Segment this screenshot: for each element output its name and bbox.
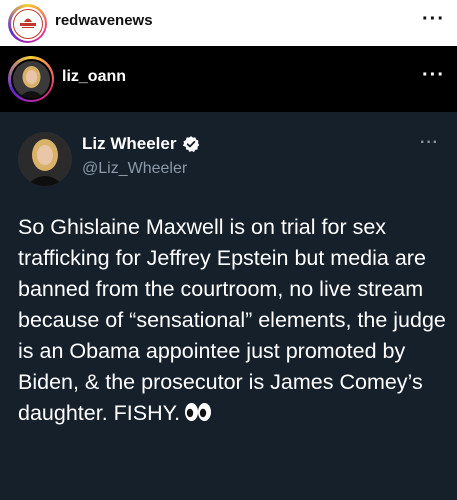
avatar-gap (10, 6, 45, 41)
liz-oann-avatar[interactable] (12, 60, 50, 98)
tweet-author-avatar[interactable] (18, 132, 72, 186)
tweet-author-row: Liz Wheeler (82, 134, 200, 154)
eyes-emoji-icon (185, 403, 212, 421)
tweet-handle[interactable]: @Liz_Wheeler (82, 160, 187, 178)
repost-story-ring[interactable] (8, 56, 54, 102)
person-photo-icon (12, 60, 50, 98)
redwavenews-avatar[interactable] (12, 8, 43, 39)
tweet-more-icon[interactable]: ··· (420, 134, 439, 152)
reposted-content: liz_oann ··· Liz Wheeler @Liz_Wheeler ··… (0, 46, 457, 500)
post-username[interactable]: redwavenews (55, 12, 153, 29)
tweet-body: So Ghislaine Maxwell is on trial for sex… (18, 212, 446, 429)
more-horizontal-icon[interactable]: ··· (422, 8, 445, 31)
repost-avatar-gap (10, 58, 52, 100)
author-photo-icon (18, 132, 72, 186)
verified-badge-icon (183, 136, 200, 152)
red-wave-news-logo-icon (15, 11, 40, 36)
repost-more-icon[interactable]: ··· (422, 64, 445, 87)
tweet-text: So Ghislaine Maxwell is on trial for sex… (18, 215, 452, 425)
story-ring[interactable] (8, 4, 47, 43)
repost-header: liz_oann ··· (0, 46, 457, 112)
tweet-display-name[interactable]: Liz Wheeler (82, 134, 176, 154)
post-header: redwavenews ··· (0, 0, 457, 46)
repost-username[interactable]: liz_oann (62, 68, 126, 86)
tweet-card: Liz Wheeler @Liz_Wheeler ··· So Ghislain… (0, 112, 457, 500)
